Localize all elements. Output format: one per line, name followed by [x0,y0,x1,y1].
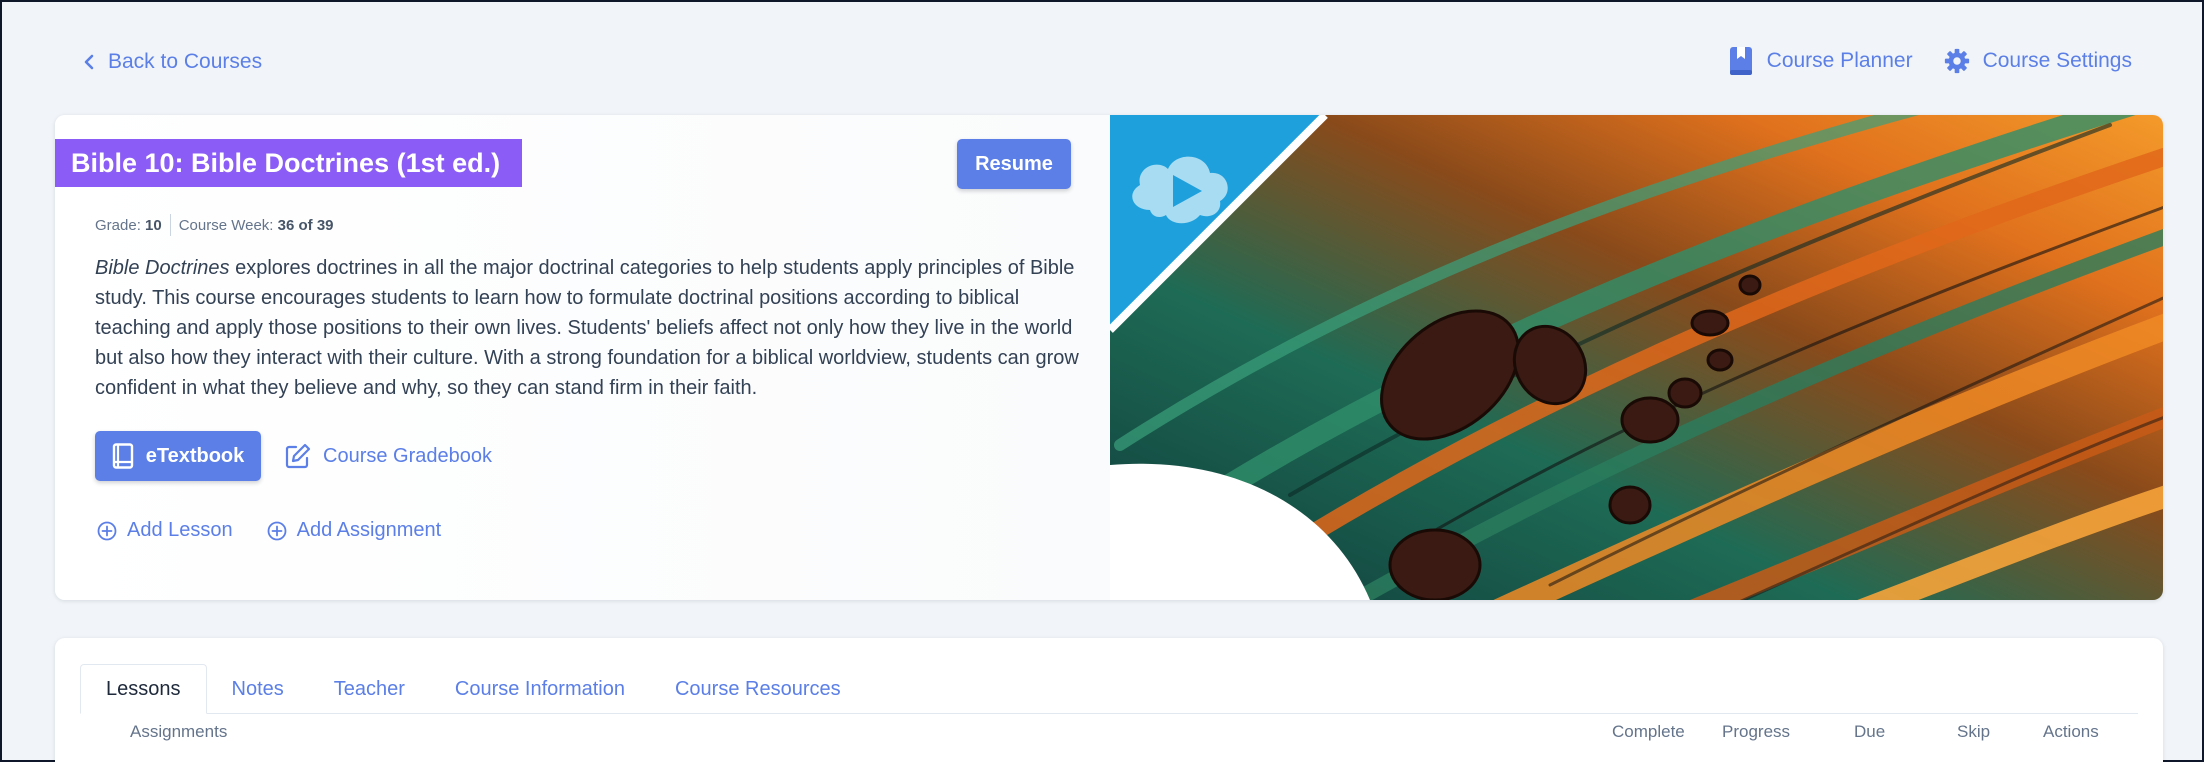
course-settings-link[interactable]: Course Settings [1943,46,2132,76]
gear-icon [1944,48,1969,74]
course-gradebook-label: Course Gradebook [323,444,492,467]
back-to-courses-link[interactable]: Back to Courses [82,50,262,74]
add-lesson-link[interactable]: Add Lesson [97,519,233,542]
course-title: Bible 10: Bible Doctrines (1st ed.) [55,139,523,187]
tab-course-resources[interactable]: Course Resources [650,664,866,714]
column-actions: Actions [2043,722,2099,741]
tab-notes[interactable]: Notes [207,664,309,714]
course-gradebook-link[interactable]: Course Gradebook [285,431,492,481]
chevron-left-icon [84,54,94,70]
description-body: explores doctrines in all the major doct… [95,257,1079,399]
grade-value: 10 [145,217,162,234]
add-assignment-label: Add Assignment [296,519,442,541]
column-progress: Progress [1722,722,1791,741]
add-lesson-label: Add Lesson [127,519,233,541]
book-bookmark-icon [1729,47,1752,75]
book-icon [112,443,133,469]
edit-icon [285,443,311,469]
top-actions: Course Planner Course Settings [1727,46,2132,76]
column-due: Due [1854,722,1886,741]
course-cover-image [1110,115,2163,600]
description-title: Bible Doctrines [95,257,230,279]
course-description: Bible Doctrines explores doctrines in al… [95,253,1085,403]
week-value: 36 of 39 [277,217,334,234]
course-content-panel: Lessons Notes Teacher Course Information… [55,638,2163,762]
plus-circle-icon [267,521,287,540]
course-tabs: Lessons Notes Teacher Course Information… [80,664,2138,714]
column-assignments: Assignments [130,722,228,741]
plus-circle-icon [97,521,117,540]
course-details: Bible 10: Bible Doctrines (1st ed.) Resu… [55,115,1110,600]
add-assignment-link[interactable]: Add Assignment [267,519,442,542]
column-complete: Complete [1612,722,1685,741]
column-skip: Skip [1957,722,1991,741]
course-settings-label: Course Settings [1982,49,2132,72]
etextbook-label: eTextbook [145,444,245,467]
top-bar: Back to Courses Course Planner Course Se… [2,2,2202,114]
week-label: Course Week: [178,217,274,234]
course-planner-label: Course Planner [1766,49,1913,72]
assignments-table-header: Assignments Complete Progress Due Skip A… [55,722,2163,752]
tab-course-information[interactable]: Course Information [430,664,650,714]
course-meta: Grade: 10 Course Week: 36 of 39 [95,214,334,239]
resume-button[interactable]: Resume [957,139,1071,189]
course-planner-link[interactable]: Course Planner [1727,46,1913,76]
marbled-cover-art [1110,115,2163,600]
tab-teacher[interactable]: Teacher [309,664,430,714]
etextbook-button[interactable]: eTextbook [95,431,261,481]
add-actions: Add Lesson Add Assignment [97,519,441,542]
back-to-courses-label: Back to Courses [108,50,263,73]
course-card: Bible 10: Bible Doctrines (1st ed.) Resu… [55,115,2163,600]
meta-divider [169,214,171,236]
grade-label: Grade: [95,217,141,234]
tab-lessons[interactable]: Lessons [80,664,207,714]
